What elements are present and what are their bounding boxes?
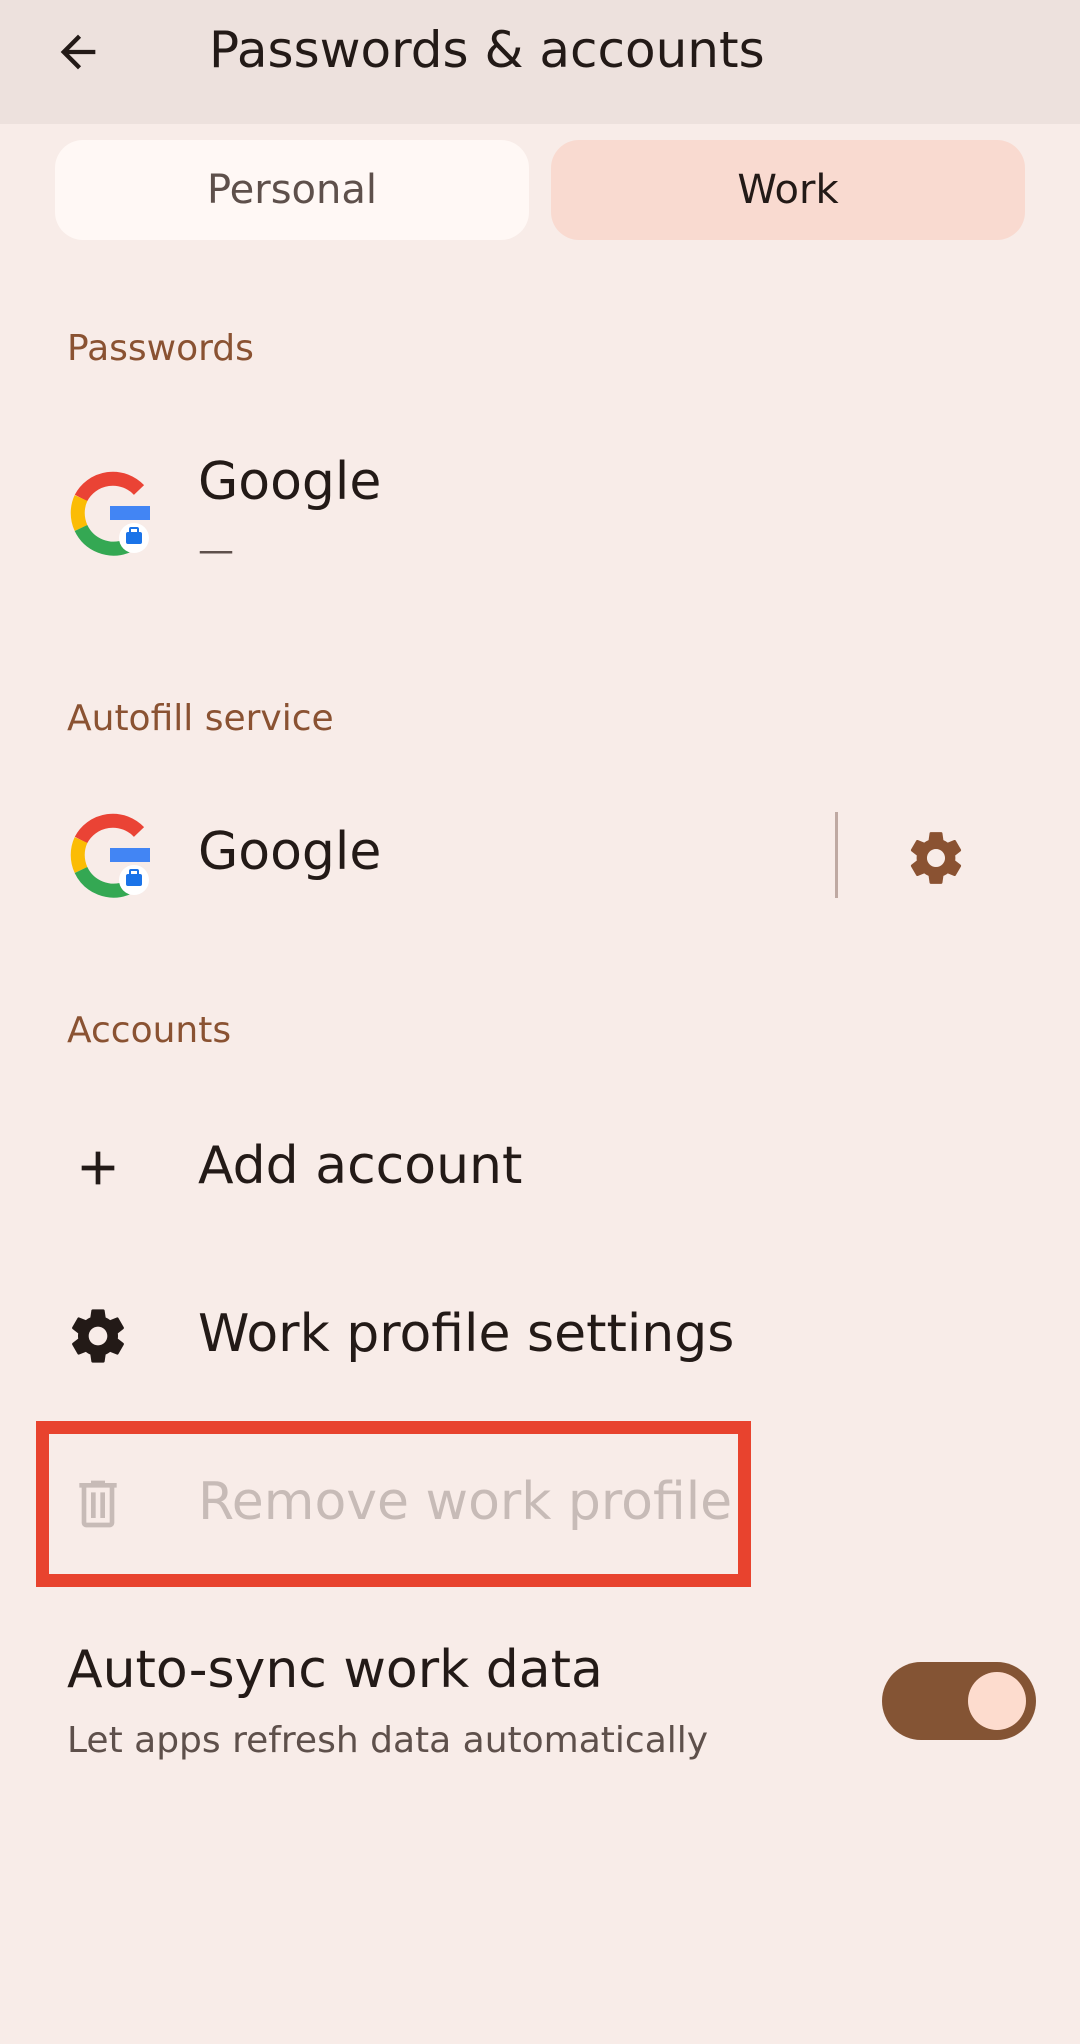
vertical-divider (835, 812, 838, 898)
top-app-bar: Passwords & accounts (0, 0, 1080, 124)
accounts-section-header: Accounts (67, 1010, 232, 1051)
back-button[interactable] (42, 16, 114, 88)
work-profile-settings-label: Work profile settings (198, 1304, 735, 1364)
auto-sync-title: Auto-sync work data (67, 1640, 603, 1700)
autofill-section-header: Autofill service (67, 698, 334, 739)
gear-icon (62, 1300, 134, 1372)
passwords-section-header: Passwords (67, 328, 254, 369)
gear-icon (910, 832, 962, 884)
passwords-google-subtitle: — (198, 530, 234, 571)
add-account-label: Add account (198, 1136, 523, 1196)
auto-sync-toggle[interactable] (882, 1662, 1036, 1740)
google-work-icon (70, 813, 150, 898)
passwords-google-title: Google (198, 452, 382, 512)
page-title: Passwords & accounts (209, 21, 765, 79)
autofill-settings-button[interactable] (896, 818, 976, 898)
highlight-box (36, 1421, 751, 1587)
passwords-accounts-screen: Passwords & accounts Personal Work Passw… (0, 0, 1080, 2044)
tab-work[interactable]: Work (551, 140, 1025, 240)
auto-sync-subtitle: Let apps refresh data automatically (67, 1720, 709, 1761)
tab-personal[interactable]: Personal (55, 140, 529, 240)
google-work-icon (70, 471, 150, 556)
autofill-google-title: Google (198, 822, 382, 882)
plus-icon (62, 1132, 134, 1204)
arrow-back-icon (60, 34, 96, 70)
toggle-knob (968, 1672, 1026, 1730)
